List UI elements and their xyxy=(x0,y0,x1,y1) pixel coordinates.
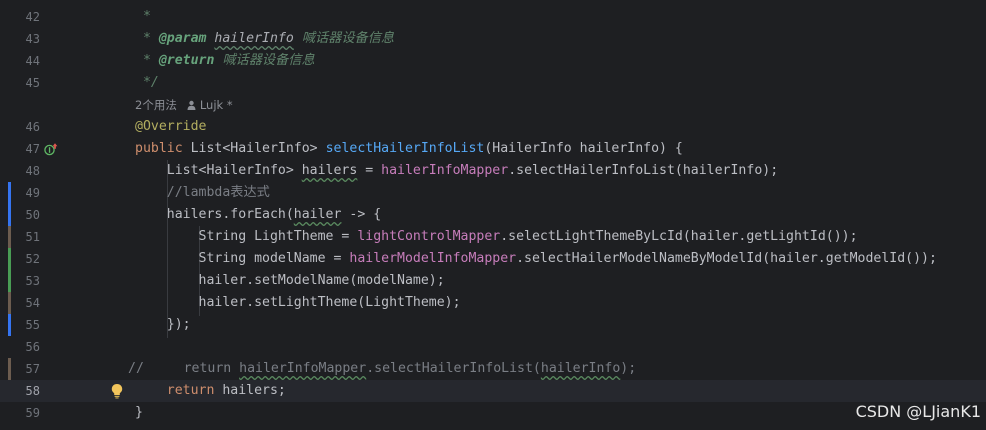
code-line-57[interactable]: 57 // return hailerInfoMapper.selectHail… xyxy=(0,358,986,380)
code-text[interactable]: hailer.setLightTheme(LightTheme); xyxy=(135,292,461,314)
watermark: CSDN @LJianK1 xyxy=(855,402,981,421)
line-number: 56 xyxy=(25,340,40,354)
code-text[interactable]: String modelName = hailerModelInfoMapper… xyxy=(135,248,937,270)
code-line-52[interactable]: 52 String modelName = hailerModelInfoMap… xyxy=(0,248,986,270)
code-text[interactable]: * xyxy=(135,6,151,28)
usages-count[interactable]: 2个用法 xyxy=(135,98,177,112)
code-line-45[interactable]: 45 */ xyxy=(0,72,986,94)
code-line-44[interactable]: 44 * @return 喊话器设备信息 xyxy=(0,50,986,72)
code-text[interactable]: */ xyxy=(135,72,159,94)
code-text[interactable]: * @param hailerInfo 喊话器设备信息 xyxy=(135,28,394,50)
line-number: 46 xyxy=(25,120,40,134)
code-text[interactable]: @Override xyxy=(135,116,206,138)
lightbulb-icon[interactable] xyxy=(110,383,124,399)
code-line-48[interactable]: 48 List<HailerInfo> hailers = hailerInfo… xyxy=(0,160,986,182)
code-editor[interactable]: 42 * 43 * @param hailerInfo 喊话器设备信息 44 *… xyxy=(0,0,986,430)
usages-inlay-row: 2个用法 Lujk * xyxy=(0,94,986,116)
line-number: 50 xyxy=(25,208,40,222)
line-number: 51 xyxy=(25,230,40,244)
code-text[interactable]: //lambda表达式 xyxy=(135,182,270,204)
code-line-43[interactable]: 43 * @param hailerInfo 喊话器设备信息 xyxy=(0,28,986,50)
author-hint[interactable]: Lujk * xyxy=(187,98,233,112)
line-number: 43 xyxy=(25,32,40,46)
code-line-42[interactable]: 42 * xyxy=(0,6,986,28)
line-number: 59 xyxy=(25,406,40,420)
line-number: 42 xyxy=(25,10,40,24)
code-line-56[interactable]: 56 xyxy=(0,336,986,358)
line-number: 48 xyxy=(25,164,40,178)
code-line-54[interactable]: 54 hailer.setLightTheme(LightTheme); xyxy=(0,292,986,314)
line-number: 49 xyxy=(25,186,40,200)
line-number: 45 xyxy=(25,76,40,90)
code-text[interactable]: * @return 喊话器设备信息 xyxy=(135,50,315,72)
line-number: 55 xyxy=(25,318,40,332)
code-line-49[interactable]: 49 //lambda表达式 xyxy=(0,182,986,204)
code-line-50[interactable]: 50 hailers.forEach(hailer -> { xyxy=(0,204,986,226)
code-line-53[interactable]: 53 hailer.setModelName(modelName); xyxy=(0,270,986,292)
line-number: 52 xyxy=(25,252,40,266)
override-implements-icon[interactable] xyxy=(44,142,58,156)
code-text[interactable]: // return hailerInfoMapper.selectHailerI… xyxy=(128,358,636,380)
code-line-55[interactable]: 55 }); xyxy=(0,314,986,336)
code-text[interactable]: } xyxy=(135,402,143,424)
line-number: 58 xyxy=(25,384,40,398)
line-number: 57 xyxy=(25,362,40,376)
code-text[interactable]: hailer.setModelName(modelName); xyxy=(135,270,445,292)
author-name: Lujk * xyxy=(199,98,233,112)
code-text[interactable]: public List<HailerInfo> selectHailerInfo… xyxy=(135,138,683,160)
line-number: 53 xyxy=(25,274,40,288)
line-number: 47 xyxy=(25,142,40,156)
code-line-59[interactable]: 59 } xyxy=(0,402,986,424)
code-line-46[interactable]: 46 @Override xyxy=(0,116,986,138)
code-line-58[interactable]: 58 return hailers; xyxy=(0,380,986,402)
code-text[interactable]: hailers.forEach(hailer -> { xyxy=(135,204,381,226)
code-line-51[interactable]: 51 String LightTheme = lightControlMappe… xyxy=(0,226,986,248)
code-line-47[interactable]: 47 public List<HailerInfo> selectHailerI… xyxy=(0,138,986,160)
line-number: 54 xyxy=(25,296,40,310)
person-icon xyxy=(187,100,196,110)
line-number: 44 xyxy=(25,54,40,68)
code-text[interactable]: String LightTheme = lightControlMapper.s… xyxy=(135,226,858,248)
code-text[interactable]: }); xyxy=(135,314,191,336)
code-text[interactable]: return hailers; xyxy=(135,380,286,402)
code-text[interactable]: List<HailerInfo> hailers = hailerInfoMap… xyxy=(135,160,778,182)
usages-inlay[interactable]: 2个用法 Lujk * xyxy=(135,94,233,116)
